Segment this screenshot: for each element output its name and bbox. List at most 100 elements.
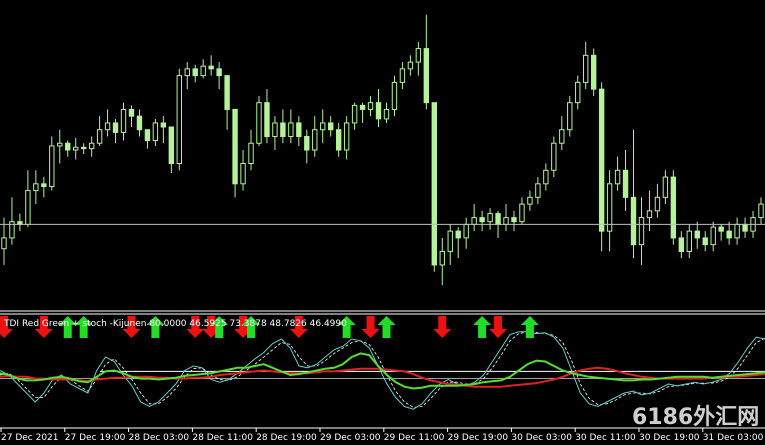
trading-chart[interactable]: TDI Red Green + stoch -Kijunen 80.0000 4… [0, 0, 765, 445]
candle-body [41, 183, 47, 188]
candle-body [49, 145, 55, 188]
candle-body [487, 213, 493, 223]
candle-body [726, 230, 732, 239]
candle-body [375, 102, 382, 120]
candle-body [654, 196, 661, 212]
candle-body [104, 122, 111, 131]
candle-body [256, 102, 262, 144]
candle-body [224, 75, 230, 110]
candle[interactable] [176, 68, 182, 171]
candle-body [240, 163, 246, 185]
candle-body [200, 65, 206, 77]
candle-body [208, 65, 214, 70]
candle-body [1, 237, 7, 250]
time-axis-label: 27 Dec 2021 [1, 433, 59, 443]
candle-body [160, 122, 167, 128]
time-axis-label: 27 Dec 19:00 [65, 433, 126, 443]
candle-body [144, 129, 151, 142]
candle-body [264, 102, 270, 137]
candle-body [216, 68, 222, 77]
candle-body [758, 203, 764, 219]
candle-body [638, 217, 645, 246]
candle-body [248, 142, 254, 165]
candle-body [359, 104, 366, 110]
candle-body [136, 115, 143, 131]
candle-body [567, 102, 573, 131]
candle[interactable] [431, 102, 437, 272]
candle-body [742, 223, 748, 232]
time-axis-label: 30 Dec 11:00 [575, 433, 636, 443]
candle-body [455, 230, 461, 239]
candle-body [622, 169, 629, 198]
candle[interactable] [670, 170, 677, 245]
candle-body [415, 48, 422, 63]
candle-body [304, 135, 310, 151]
candle-body [73, 146, 79, 151]
candle-body [192, 68, 198, 77]
candle-body [399, 68, 406, 83]
time-axis-label: 29 Dec 03:00 [320, 433, 381, 443]
time-axis-label: 28 Dec 11:00 [192, 433, 253, 443]
candle-body [590, 54, 597, 90]
candle-body [184, 68, 190, 77]
candle-body [575, 81, 581, 104]
candle-body [614, 169, 621, 185]
candle-body [431, 102, 437, 266]
candle-body [583, 54, 589, 83]
candle-body [543, 169, 549, 185]
candle[interactable] [232, 108, 238, 198]
candle-body [280, 122, 286, 137]
candle-body [335, 129, 342, 151]
candle[interactable] [590, 48, 597, 96]
candle-body [423, 48, 430, 104]
candle-body [503, 217, 509, 225]
candle-body [439, 250, 445, 266]
candle-body [272, 122, 278, 137]
candle-body [65, 142, 71, 151]
candle-body [734, 223, 740, 239]
candle-body [662, 176, 669, 198]
candle-body [328, 122, 334, 131]
candle-body [447, 230, 453, 252]
candle-body [320, 122, 326, 131]
candle-body [168, 126, 175, 165]
candle-body [479, 217, 485, 223]
candle-body [527, 196, 533, 205]
candle-body [519, 203, 525, 223]
time-axis-label: 28 Dec 03:00 [129, 433, 190, 443]
candle-body [718, 226, 724, 232]
candle-body [686, 230, 692, 252]
time-axis-label: 30 Dec 19:00 [639, 433, 700, 443]
candle-body [288, 122, 294, 137]
candle-body [232, 108, 238, 185]
candle-body [343, 122, 350, 151]
candle-body [710, 226, 716, 246]
candle-body [96, 129, 103, 144]
candle-body [128, 108, 135, 117]
time-axis-label: 29 Dec 11:00 [384, 433, 445, 443]
time-axis-label: 28 Dec 19:00 [256, 433, 317, 443]
indicator-label: TDI Red Green + stoch -Kijunen 80.0000 4… [3, 319, 347, 329]
candle-body [678, 237, 685, 252]
candle-body [351, 104, 358, 124]
candle-body [88, 142, 95, 150]
candle-body [80, 146, 87, 150]
candle[interactable] [256, 95, 262, 146]
time-axis-label: 30 Dec 03:00 [511, 433, 572, 443]
candle-body [367, 102, 374, 110]
candle-body [57, 142, 63, 147]
candle-body [694, 230, 700, 239]
candle-body [511, 217, 517, 223]
candle-body [112, 122, 119, 133]
candle-body [551, 142, 557, 171]
candle-body [598, 88, 605, 232]
time-axis-label: 31 Dec 03:00 [703, 433, 764, 443]
candle[interactable] [598, 82, 605, 252]
candle-body [646, 210, 653, 219]
candle-body [407, 61, 414, 70]
candle-body [120, 108, 127, 133]
candle-body [383, 108, 390, 120]
time-axis-label: 29 Dec 19:00 [448, 433, 509, 443]
candle-body [630, 196, 637, 246]
candle-body [670, 176, 677, 239]
